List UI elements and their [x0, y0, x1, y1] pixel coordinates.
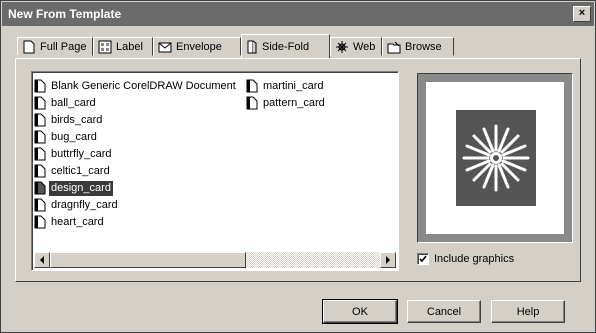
- item-label: Blank Generic CorelDRAW Document: [51, 79, 236, 92]
- arrow-left-icon: [40, 256, 44, 264]
- list-item[interactable]: dragnfly_card: [34, 197, 120, 213]
- document-icon: [246, 96, 258, 110]
- window-title: New From Template: [8, 7, 122, 21]
- list-item[interactable]: bug_card: [34, 129, 99, 145]
- tab-web[interactable]: Web: [330, 37, 382, 56]
- template-preview: [417, 73, 573, 243]
- checkmark-icon: [419, 255, 427, 263]
- item-label: celtic1_card: [51, 164, 110, 177]
- document-icon: [34, 181, 46, 195]
- title-bar[interactable]: New From Template ×: [2, 2, 594, 26]
- list-item[interactable]: celtic1_card: [34, 163, 112, 179]
- document-icon: [34, 130, 46, 144]
- scroll-left-button[interactable]: [34, 252, 50, 268]
- preview-card: [456, 110, 536, 206]
- document-icon: [246, 79, 258, 93]
- document-icon: [34, 79, 46, 93]
- list-item[interactable]: heart_card: [34, 214, 106, 230]
- preview-page: [426, 82, 564, 234]
- tab-envelope[interactable]: Envelope: [153, 37, 241, 56]
- item-label: birds_card: [51, 113, 103, 126]
- document-icon: [34, 113, 46, 127]
- page-icon: [23, 40, 35, 53]
- starburst-design-image: [462, 124, 530, 192]
- tab-label: Full Page: [40, 40, 87, 53]
- item-label: pattern_card: [263, 96, 325, 109]
- list-item[interactable]: martini_card: [246, 78, 326, 94]
- arrow-right-icon: [386, 256, 390, 264]
- scroll-right-button[interactable]: [380, 252, 396, 268]
- web-icon: [336, 40, 348, 53]
- document-icon: [34, 96, 46, 110]
- document-icon: [34, 164, 46, 178]
- item-label: ball_card: [51, 96, 96, 109]
- cancel-button[interactable]: Cancel: [407, 300, 481, 323]
- browse-icon: [387, 41, 401, 53]
- close-button[interactable]: ×: [573, 6, 591, 22]
- tab-label-tab[interactable]: Label: [93, 37, 153, 56]
- tab-label: Web: [353, 40, 376, 53]
- horizontal-scrollbar[interactable]: [34, 252, 396, 268]
- list-item[interactable]: ball_card: [34, 95, 98, 111]
- list-item[interactable]: Blank Generic CorelDRAW Document: [34, 78, 238, 94]
- tab-browse[interactable]: Browse: [382, 37, 454, 56]
- list-item[interactable]: birds_card: [34, 112, 104, 128]
- new-from-template-dialog: New From Template × Full Page Label Enve…: [0, 0, 596, 333]
- item-label: martini_card: [263, 79, 324, 92]
- tab-label: Side-Fold: [262, 40, 310, 53]
- include-graphics-checkbox[interactable]: [417, 253, 429, 265]
- item-label: dragnfly_card: [51, 198, 118, 211]
- include-graphics-label: Include graphics: [434, 253, 515, 265]
- document-icon: [34, 215, 46, 229]
- envelope-icon: [158, 42, 172, 52]
- document-icon: [34, 198, 46, 212]
- list-item[interactable]: pattern_card: [246, 95, 327, 111]
- scroll-thumb[interactable]: [50, 252, 246, 268]
- label-icon: [98, 40, 112, 53]
- item-label: bug_card: [51, 130, 97, 143]
- tab-side-fold[interactable]: Side-Fold: [241, 34, 330, 58]
- ok-button[interactable]: OK: [322, 299, 398, 324]
- tab-label: Label: [116, 40, 143, 53]
- template-list[interactable]: Blank Generic CorelDRAW Document ball_ca…: [31, 71, 399, 271]
- include-graphics-option[interactable]: Include graphics: [417, 253, 514, 265]
- tab-full-page[interactable]: Full Page: [17, 37, 93, 56]
- item-label: design_card: [48, 179, 114, 197]
- document-icon: [34, 147, 46, 161]
- list-item-selected[interactable]: design_card: [34, 179, 114, 197]
- item-label: heart_card: [51, 215, 104, 228]
- tab-label: Browse: [405, 40, 442, 53]
- help-button[interactable]: Help: [491, 300, 565, 323]
- item-label: buttrfly_card: [51, 147, 112, 160]
- side-fold-icon: [247, 40, 257, 53]
- tab-label: Envelope: [176, 40, 222, 53]
- list-item[interactable]: buttrfly_card: [34, 146, 114, 162]
